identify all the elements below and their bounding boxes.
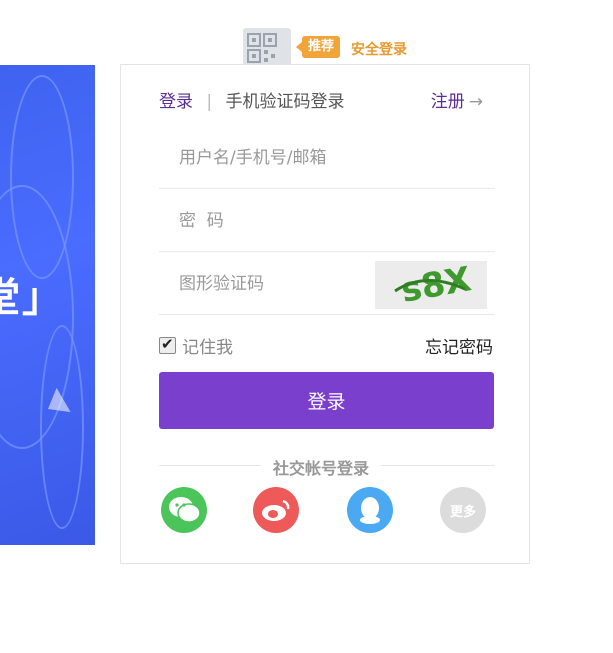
remember-me[interactable]: 记住我	[159, 333, 233, 358]
social-login-title: 社交帐号登录	[261, 455, 382, 479]
tab-sms-login[interactable]: 手机验证码登录	[226, 92, 345, 112]
more-icon[interactable]: 更多	[440, 487, 486, 533]
register-link[interactable]: 注册 →	[431, 87, 483, 112]
arrow-right-icon: →	[468, 92, 483, 112]
login-button[interactable]: 登录	[159, 372, 494, 429]
username-field	[159, 127, 495, 189]
remember-label: 记住我	[182, 338, 233, 358]
register-label: 注册	[430, 92, 465, 112]
password-field	[159, 190, 495, 252]
tab-password-login[interactable]: 登录	[159, 92, 193, 112]
forgot-password-link[interactable]: 忘记密码	[425, 333, 493, 358]
wechat-icon[interactable]	[161, 487, 207, 533]
remember-checkbox[interactable]	[159, 335, 176, 354]
captcha-field: s8X	[159, 253, 495, 315]
decorative-vein	[40, 325, 84, 529]
login-card: 登录 | 手机验证码登录 注册→ s8X 记住我 忘记密码 登录 社交帐号登录	[120, 64, 530, 564]
promo-banner[interactable]: 堂」	[0, 65, 95, 545]
qq-icon[interactable]	[347, 487, 393, 533]
recommend-tag: 推荐	[295, 36, 341, 58]
username-input[interactable]	[177, 127, 481, 189]
captcha-input[interactable]	[177, 253, 371, 315]
weibo-icon[interactable]	[253, 487, 299, 533]
banner-text: 堂」	[0, 275, 64, 321]
qr-code-icon[interactable]	[243, 28, 291, 68]
captcha-image[interactable]: s8X	[375, 259, 487, 311]
tab-separator: |	[206, 92, 213, 112]
secure-login-link[interactable]: 安全登录	[351, 39, 407, 59]
login-tabs: 登录 | 手机验证码登录	[159, 87, 345, 112]
password-input[interactable]	[177, 190, 481, 252]
